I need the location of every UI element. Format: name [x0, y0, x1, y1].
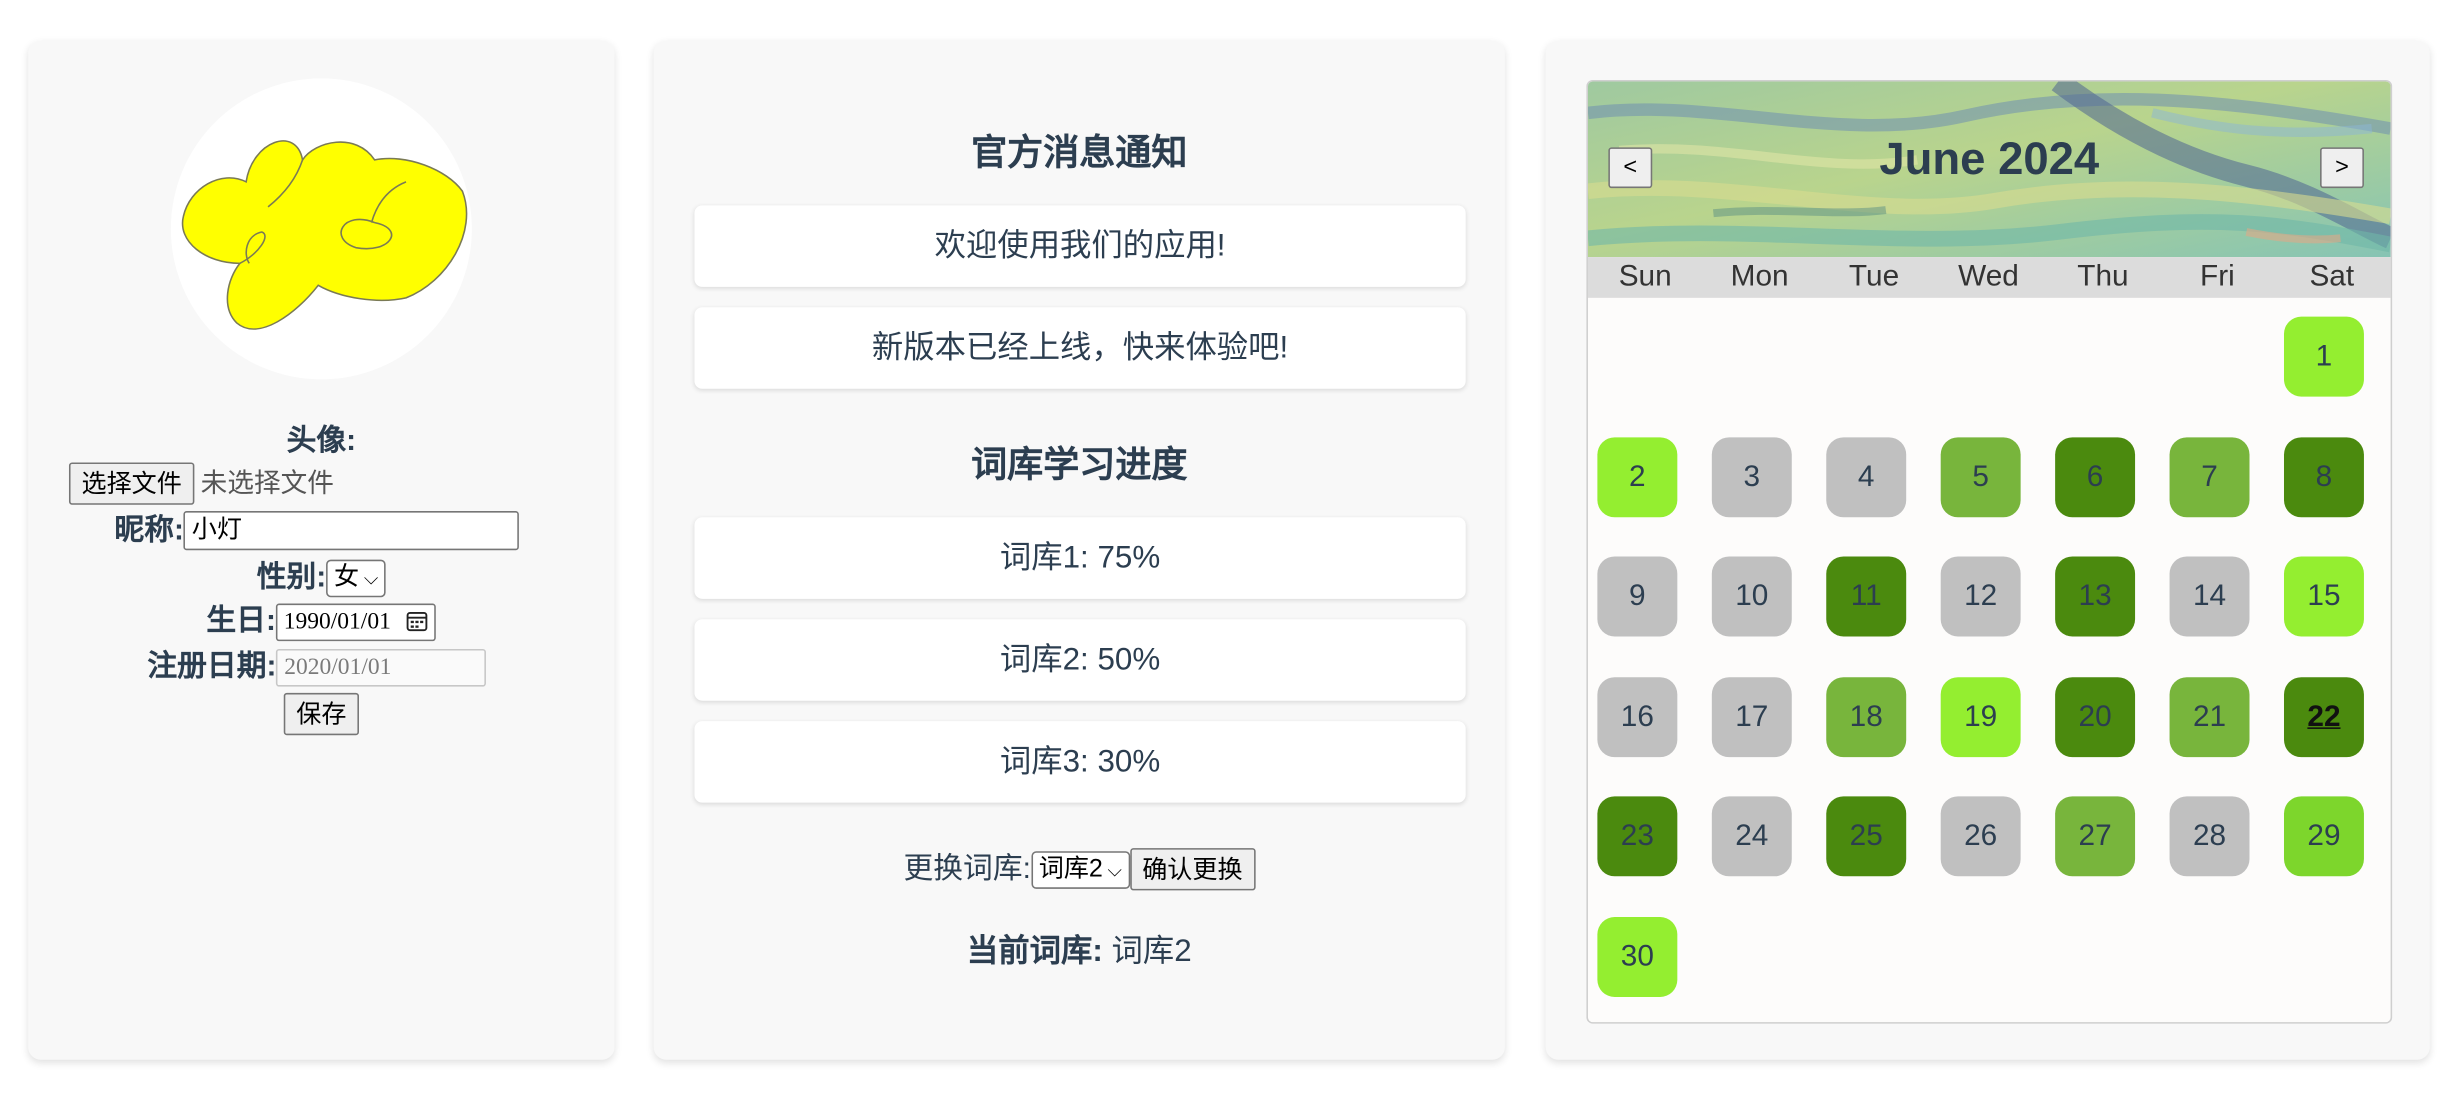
avatar	[170, 78, 472, 380]
gender-label: 性别:	[256, 561, 327, 595]
notice-title: 官方消息通知	[971, 131, 1188, 173]
weekday-label: Mon	[1730, 260, 1789, 294]
current-library-row: 当前词库: 词库2	[654, 925, 1505, 970]
register-date-row: 注册日期: 2020/01/01	[28, 647, 614, 688]
calendar-day[interactable]: 14	[2169, 556, 2250, 637]
calendar-day[interactable]: 2	[1597, 436, 1678, 517]
chevron-down-icon: ⌵	[1107, 859, 1122, 881]
next-month-button[interactable]: >	[2320, 147, 2364, 189]
profile-card: 头像: 选择文件 未选择文件 昵称: 小灯 性别: 女 ⌵ 生日: 1990/01/01 …	[28, 40, 615, 1060]
avatar-label-row: 头像:	[28, 422, 614, 463]
avatar-label: 头像:	[286, 424, 357, 458]
gender-row: 性别: 女 ⌵	[28, 558, 614, 599]
progress-title: 词库学习进度	[971, 443, 1188, 485]
calendar-day[interactable]: 24	[1711, 796, 1792, 877]
switch-library-label: 更换词库:	[903, 852, 1031, 886]
save-button[interactable]: 保存	[283, 692, 359, 736]
weekday-label: Wed	[1958, 260, 2019, 294]
register-date-input: 2020/01/01	[276, 648, 487, 687]
confirm-switch-button[interactable]: 确认更换	[1129, 848, 1256, 892]
birthday-label: 生日:	[206, 605, 276, 639]
avatar-scribble-image	[181, 140, 468, 330]
calendar-title: June 2024	[1879, 134, 2100, 185]
weekday-label: Tue	[1848, 260, 1900, 294]
register-date-label: 注册日期:	[147, 650, 277, 684]
calendar-day[interactable]: 17	[1711, 676, 1792, 757]
calendar-day[interactable]: 7	[2169, 436, 2250, 517]
calendar-day[interactable]: 20	[2055, 676, 2136, 757]
file-row: 选择文件 未选择文件	[28, 462, 614, 505]
notice-message: 欢迎使用我们的应用!	[694, 205, 1466, 287]
calendar-header: < June 2024 >	[1587, 81, 2391, 258]
calendar-day[interactable]: 1	[2283, 316, 2364, 397]
nickname-input[interactable]: 小灯	[183, 511, 520, 551]
calendar-card: < June 2024 > Sun Mon Tue Wed Thu Fri Sat 1234…	[1545, 40, 2430, 1060]
library-select[interactable]: 词库2 ⌵	[1030, 851, 1130, 889]
calendar-day[interactable]: 11	[1826, 556, 1907, 637]
calendar-day[interactable]: 10	[1711, 556, 1792, 637]
calendar-day[interactable]: 27	[2055, 796, 2136, 877]
choose-file-button[interactable]: 选择文件	[68, 462, 195, 505]
weekday-label: Sun	[1618, 260, 1672, 294]
nickname-label: 昵称:	[114, 514, 184, 548]
calendar-day[interactable]: 15	[2283, 556, 2364, 637]
calendar-day[interactable]: 13	[2055, 556, 2136, 637]
progress-item: 词库1: 75%	[694, 517, 1466, 599]
calendar-day[interactable]: 29	[2283, 796, 2364, 877]
calendar-day[interactable]: 4	[1826, 436, 1907, 517]
progress-item: 词库2: 50%	[694, 619, 1466, 701]
birthday-input[interactable]: 1990/01/01	[275, 603, 437, 642]
weekday-label: Fri	[2200, 260, 2235, 294]
notice-message: 新版本已经上线，快来体验吧!	[694, 307, 1466, 389]
weekday-label: Sat	[2309, 260, 2355, 294]
gender-select-value: 女	[334, 564, 360, 591]
calendar-day[interactable]: 28	[2169, 796, 2250, 877]
calendar-day-today[interactable]: 22	[2283, 676, 2364, 757]
calendar-day[interactable]: 12	[1940, 556, 2021, 637]
calendar-day[interactable]: 16	[1597, 676, 1678, 757]
calendar-icon[interactable]	[407, 610, 429, 632]
calendar-day[interactable]: 25	[1826, 796, 1907, 877]
calendar-day[interactable]: 30	[1597, 916, 1678, 997]
calendar-day[interactable]: 6	[2055, 436, 2136, 517]
save-row: 保存	[28, 692, 614, 736]
calendar-day[interactable]: 23	[1597, 796, 1678, 877]
calendar-day[interactable]: 9	[1597, 556, 1678, 637]
library-select-value: 词库2	[1038, 855, 1103, 883]
calendar-day[interactable]: 21	[2169, 676, 2250, 757]
current-library-label: 当前词库:	[966, 934, 1103, 969]
weekday-row: Sun Mon Tue Wed Thu Fri Sat	[1587, 257, 2391, 298]
notice-card: 官方消息通知 欢迎使用我们的应用! 新版本已经上线，快来体验吧! 词库学习进度 …	[653, 40, 1505, 1060]
calendar-day[interactable]: 3	[1711, 436, 1792, 517]
calendar: < June 2024 > Sun Mon Tue Wed Thu Fri Sat 1234…	[1586, 79, 2393, 1024]
calendar-day[interactable]: 5	[1940, 436, 2021, 517]
calendar-day[interactable]: 8	[2283, 436, 2364, 517]
nickname-row: 昵称: 小灯	[28, 511, 614, 552]
weekday-label: Thu	[2077, 260, 2129, 294]
switch-library-row: 更换词库: 词库2 ⌵ 确认更换	[654, 845, 1505, 892]
calendar-day[interactable]: 19	[1940, 676, 2021, 757]
current-library-value: 词库2	[1111, 934, 1192, 969]
calendar-day[interactable]: 18	[1826, 676, 1907, 757]
calendar-day[interactable]: 26	[1940, 796, 2021, 877]
birthday-row: 生日: 1990/01/01	[28, 602, 614, 643]
file-status-text: 未选择文件	[200, 467, 334, 498]
progress-item: 词库3: 30%	[694, 721, 1466, 803]
birthday-value: 1990/01/01	[283, 609, 391, 635]
gender-select[interactable]: 女 ⌵	[326, 559, 386, 598]
chevron-down-icon: ⌵	[363, 567, 379, 590]
